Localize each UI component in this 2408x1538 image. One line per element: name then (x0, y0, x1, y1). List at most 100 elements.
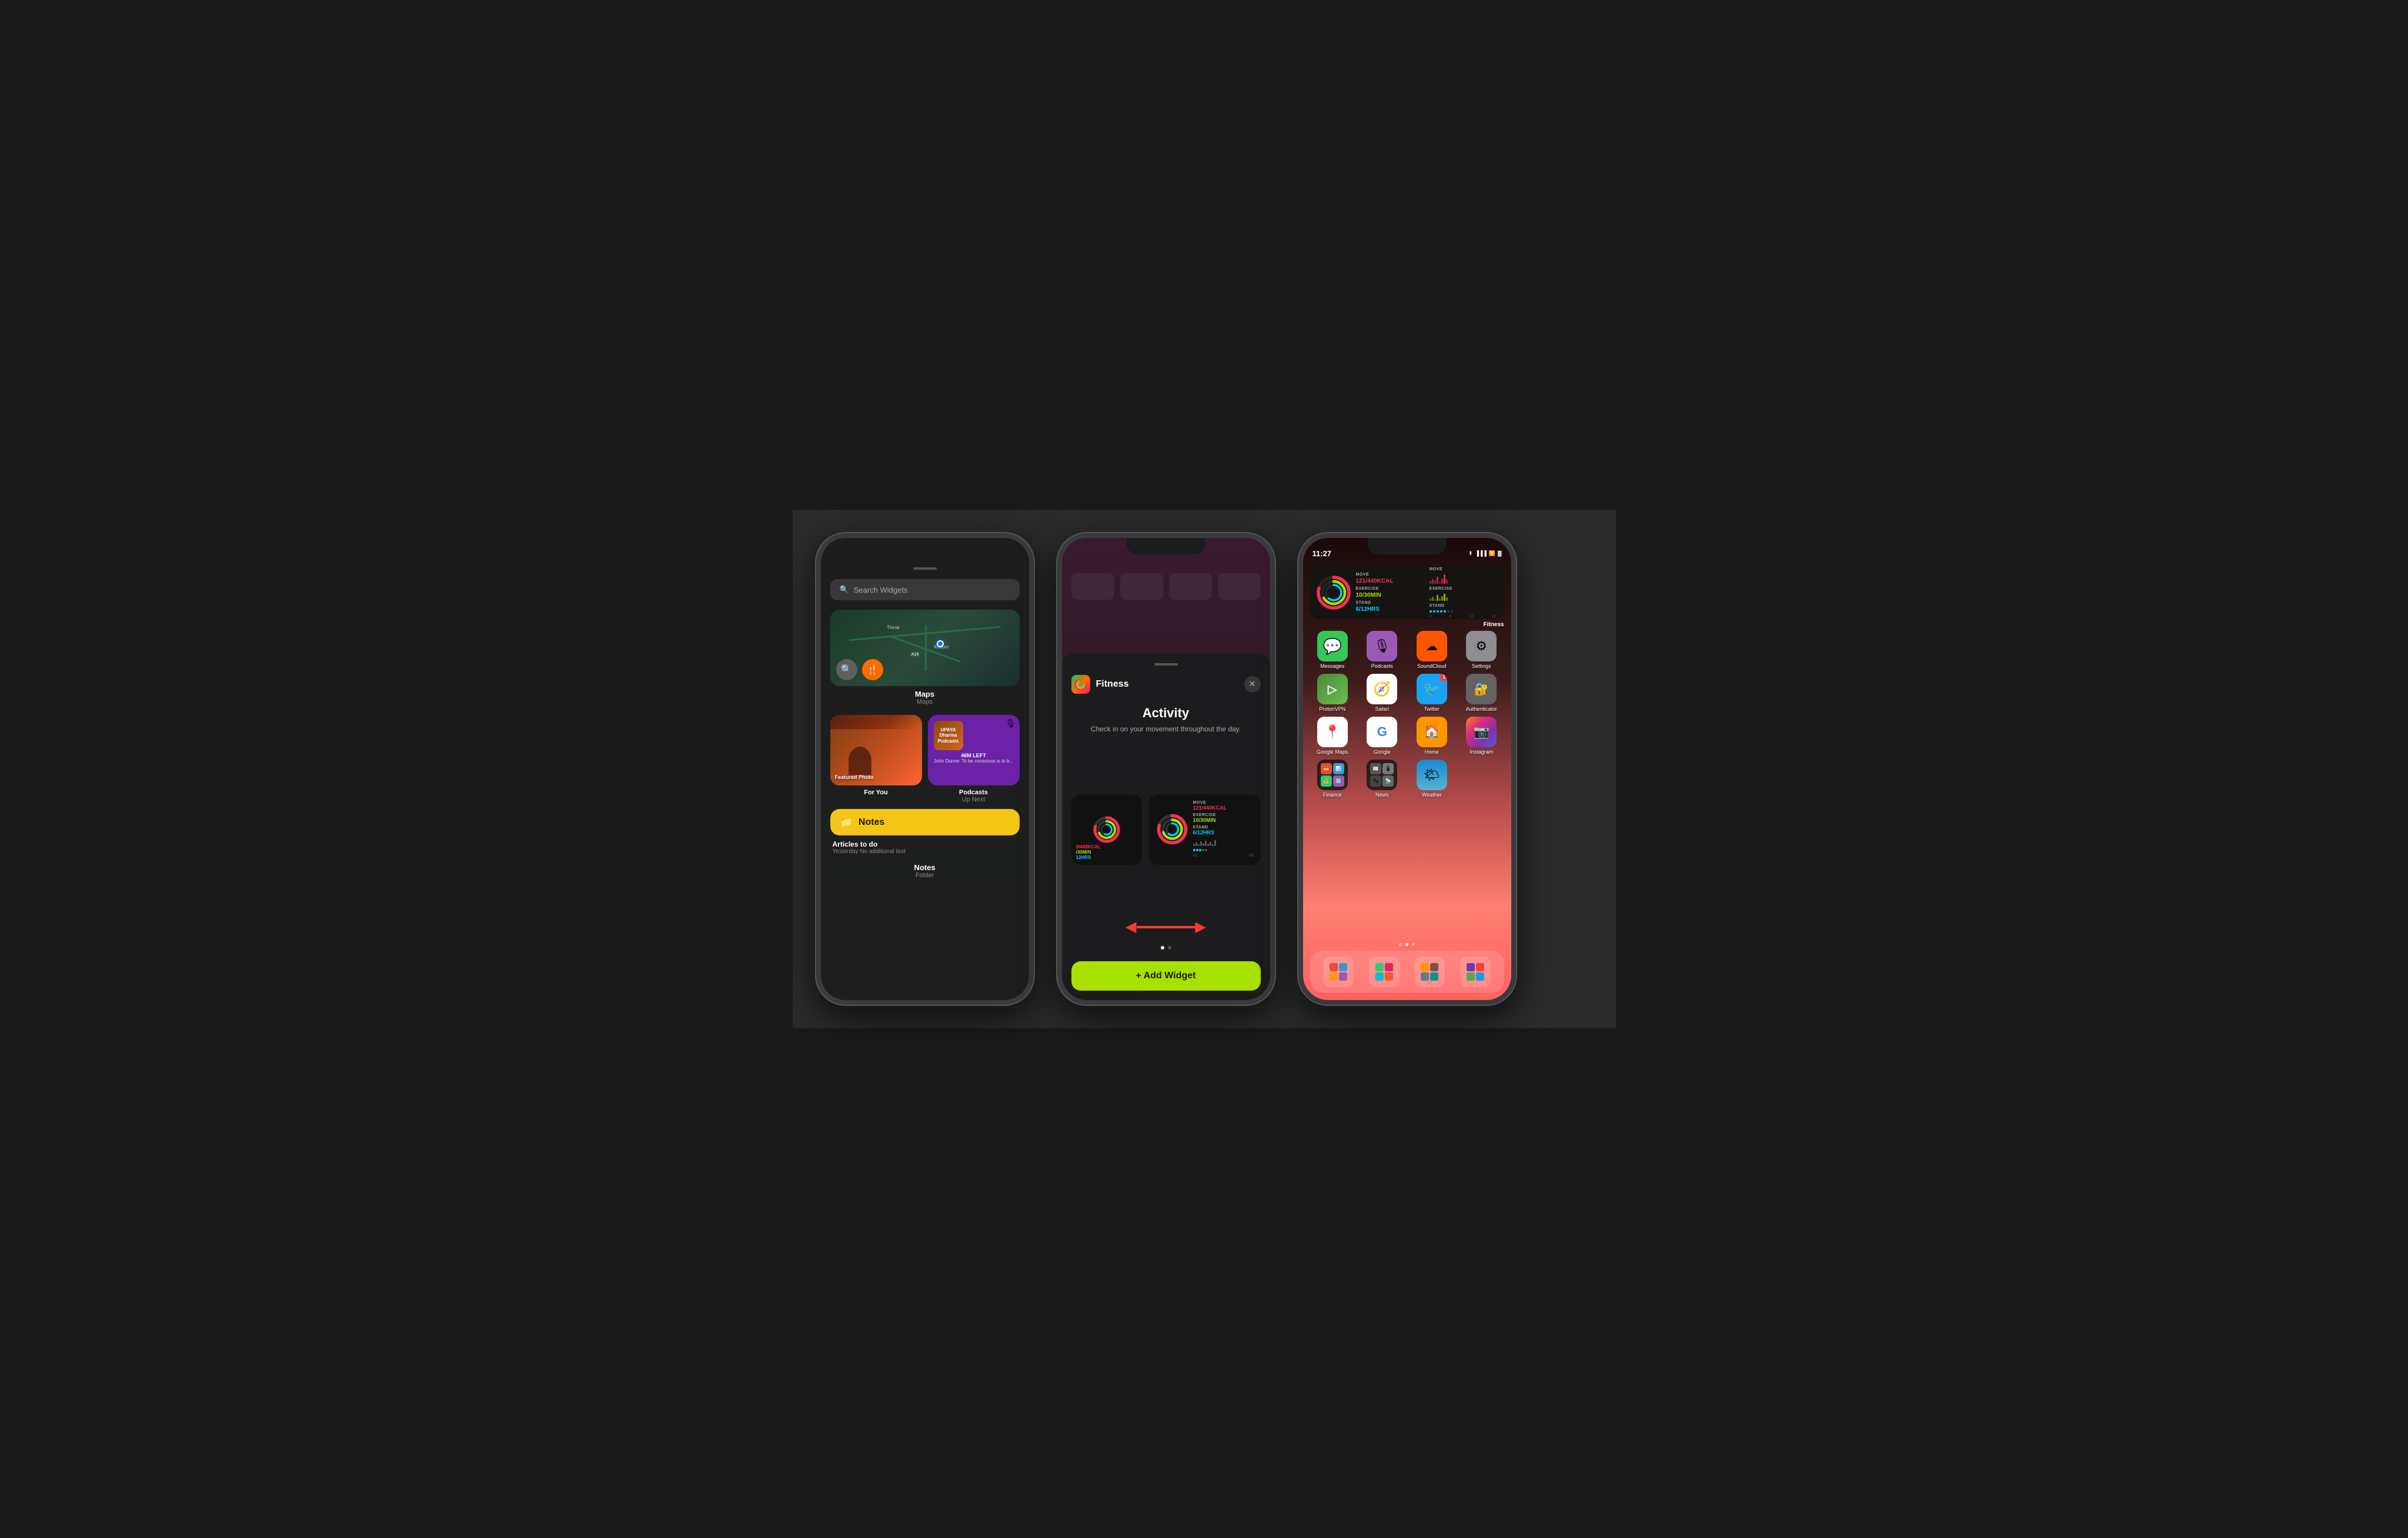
exercise-value-large: 10/30MIN (1193, 817, 1254, 823)
podcasts-widget-wrap: UPAYA Dharma Podcasts 🎙 46M LEFT John Du… (928, 715, 1020, 803)
signal-bars: ▐▐▐ (1475, 550, 1487, 556)
soundcloud-icon[interactable]: ☁ (1417, 631, 1447, 661)
widget-carousel: 3/440KCAL /30MIN 12HRS (1071, 743, 1261, 915)
instagram-wrap[interactable]: 📷 Instagram (1459, 717, 1504, 755)
podcast-art-text: UPAYA Dharma Podcasts (934, 727, 963, 744)
app-row-1: 💬 Messages 🎙 Podcasts ☁ (1310, 631, 1504, 669)
app-row-4: 💳 📊 💰 🔢 Finance 📰 (1310, 760, 1504, 798)
small-widgets-row: Featured Photo For You UPAYA Dharma Podc… (830, 715, 1020, 803)
safari-wrap[interactable]: 🧭 Safari (1360, 674, 1405, 712)
activity-title: Activity (1071, 706, 1261, 721)
authenticator-name: Authenticator (1466, 706, 1497, 712)
google-wrap[interactable]: G Google (1360, 717, 1405, 755)
phone-3: 11:27 ⬆ ▐▐▐ 🛜 ▓ (1298, 533, 1516, 1005)
home-stats: MOVE 121/440KCAL EXERCISE 10/30MIN STAND… (1356, 573, 1422, 613)
widget-panel[interactable]: 🔍 Search Widgets Thirsk Kilburn A19 (821, 538, 1029, 1000)
twitter-icon[interactable]: 🐦 1 (1417, 674, 1447, 704)
safari-name: Safari (1375, 706, 1389, 712)
panel-handle (913, 567, 937, 570)
battery-icon: ▓ (1498, 550, 1502, 556)
weather-wrap[interactable]: 🌤 Weather (1410, 760, 1455, 798)
activity-widget-large: MOVE 121/440KCAL EXERCISE 10/30MIN STAND… (1149, 794, 1261, 865)
messages-wrap[interactable]: 💬 Messages (1310, 631, 1355, 669)
main-scene: 🔍 Search Widgets Thirsk Kilburn A19 (793, 510, 1616, 1028)
notes-footer-label: Notes (830, 863, 1020, 872)
twitter-wrap[interactable]: 🐦 1 Twitter (1410, 674, 1455, 712)
home-exercise-label: EXERCISE (1356, 587, 1422, 591)
google-icon[interactable]: G (1367, 717, 1397, 747)
podcasts-label: Podcasts (928, 789, 1020, 796)
dock-folder-2[interactable] (1369, 957, 1400, 987)
soundcloud-wrap[interactable]: ☁ SoundCloud (1410, 631, 1455, 669)
dock-folder-1[interactable] (1323, 957, 1354, 987)
news-icon[interactable]: 📰 📱 🗞 📡 (1367, 760, 1397, 790)
photos-featured-label: Featured Photo (835, 774, 874, 781)
protonvpn-wrap[interactable]: ▷ ProtonVPN (1310, 674, 1355, 712)
carousel-dots (1071, 946, 1261, 949)
photos-widget: Featured Photo (830, 715, 922, 785)
settings-icon[interactable]: ⚙ (1466, 631, 1497, 661)
activity-desc: Check in on your movement throughout the… (1071, 724, 1261, 734)
dot-1 (1161, 946, 1164, 949)
twitter-name: Twitter (1424, 706, 1440, 712)
search-bar[interactable]: 🔍 Search Widgets (830, 579, 1020, 600)
fitness-handle (1154, 663, 1178, 666)
home-app-name: Home (1425, 749, 1439, 755)
app-grid: 💬 Messages 🎙 Podcasts ☁ (1303, 631, 1511, 803)
close-button[interactable]: ✕ (1244, 676, 1261, 693)
wifi-icon: 🛜 (1489, 550, 1495, 557)
safari-icon[interactable]: 🧭 (1367, 674, 1397, 704)
notes-label: Notes (859, 817, 884, 828)
photos-widget-wrap: Featured Photo For You (830, 715, 922, 803)
notch-1 (885, 538, 964, 554)
notes-icon: 📁 (840, 816, 853, 828)
photos-label: For You (830, 789, 922, 796)
arrow-left-icon: ◀ (1125, 920, 1136, 934)
arrow-right-icon: ▶ (1195, 920, 1206, 934)
maps-widget-item: Thirsk Kilburn A19 🔍 🍴 Maps Maps (830, 610, 1020, 706)
arrow-line (1137, 926, 1195, 928)
news-wrap[interactable]: 📰 📱 🗞 📡 News (1360, 760, 1405, 798)
search-placeholder: Search Widgets (854, 586, 908, 594)
small-min: /30MIN (1076, 850, 1137, 855)
settings-wrap[interactable]: ⚙ Settings (1459, 631, 1504, 669)
add-widget-button[interactable]: + Add Widget (1071, 961, 1261, 991)
fitness-sheet: Fitness ✕ Activity Check in on your move… (1062, 654, 1270, 1000)
authenticator-wrap[interactable]: 🔐 Authenticator (1459, 674, 1504, 712)
map-search-btn[interactable]: 🔍 (836, 659, 857, 680)
phone-2: Fitness ✕ Activity Check in on your move… (1057, 533, 1275, 1005)
home-stand-label: STAND (1356, 601, 1422, 605)
home-activity-widget: MOVE 121/440KCAL EXERCISE 10/30MIN STAND… (1310, 566, 1504, 619)
messages-icon[interactable]: 💬 (1317, 631, 1348, 661)
podcasts-wrap[interactable]: 🎙 Podcasts (1360, 631, 1405, 669)
app-row-2: ▷ ProtonVPN 🧭 Safari 🐦 (1310, 674, 1504, 712)
home-wrap[interactable]: 🏠 Home (1410, 717, 1455, 755)
podcasts-app-name: Podcasts (1371, 663, 1393, 669)
notes-footer-sub: Folder (830, 872, 1020, 879)
page-dots (1303, 943, 1511, 946)
maps-widget-label: Maps (830, 690, 1020, 698)
dock-folder-3[interactable] (1414, 957, 1445, 987)
map-food-btn[interactable]: 🍴 (862, 659, 883, 680)
dock-folder-4[interactable] (1460, 957, 1491, 987)
notes-widget[interactable]: 📁 Notes (830, 809, 1020, 835)
podcast-desc: John Dunne: To be conscious is to b... (934, 758, 1014, 764)
page-dot-3 (1412, 943, 1415, 946)
home-stand-value: 6/12HRS (1356, 606, 1422, 613)
finance-icon[interactable]: 💳 📊 💰 🔢 (1317, 760, 1348, 790)
authenticator-icon[interactable]: 🔐 (1466, 674, 1497, 704)
location-icon: ⬆ (1468, 550, 1473, 557)
google-name: Google (1374, 749, 1391, 755)
exercise-label-large: EXERCISE (1193, 813, 1254, 817)
weather-icon[interactable]: 🌤 (1417, 760, 1447, 790)
googlemaps-wrap[interactable]: 📍 Google Maps (1310, 717, 1355, 755)
podcasts-icon[interactable]: 🎙 (1367, 631, 1397, 661)
finance-wrap[interactable]: 💳 📊 💰 🔢 Finance (1310, 760, 1355, 798)
finance-name: Finance (1323, 792, 1342, 798)
notes-details: Articles to do Yesterday No additional t… (830, 840, 1020, 855)
home-app-icon[interactable]: 🏠 (1417, 717, 1447, 747)
dock (1310, 951, 1504, 993)
instagram-icon[interactable]: 📷 (1466, 717, 1497, 747)
googlemaps-icon[interactable]: 📍 (1317, 717, 1348, 747)
protonvpn-icon[interactable]: ▷ (1317, 674, 1348, 704)
